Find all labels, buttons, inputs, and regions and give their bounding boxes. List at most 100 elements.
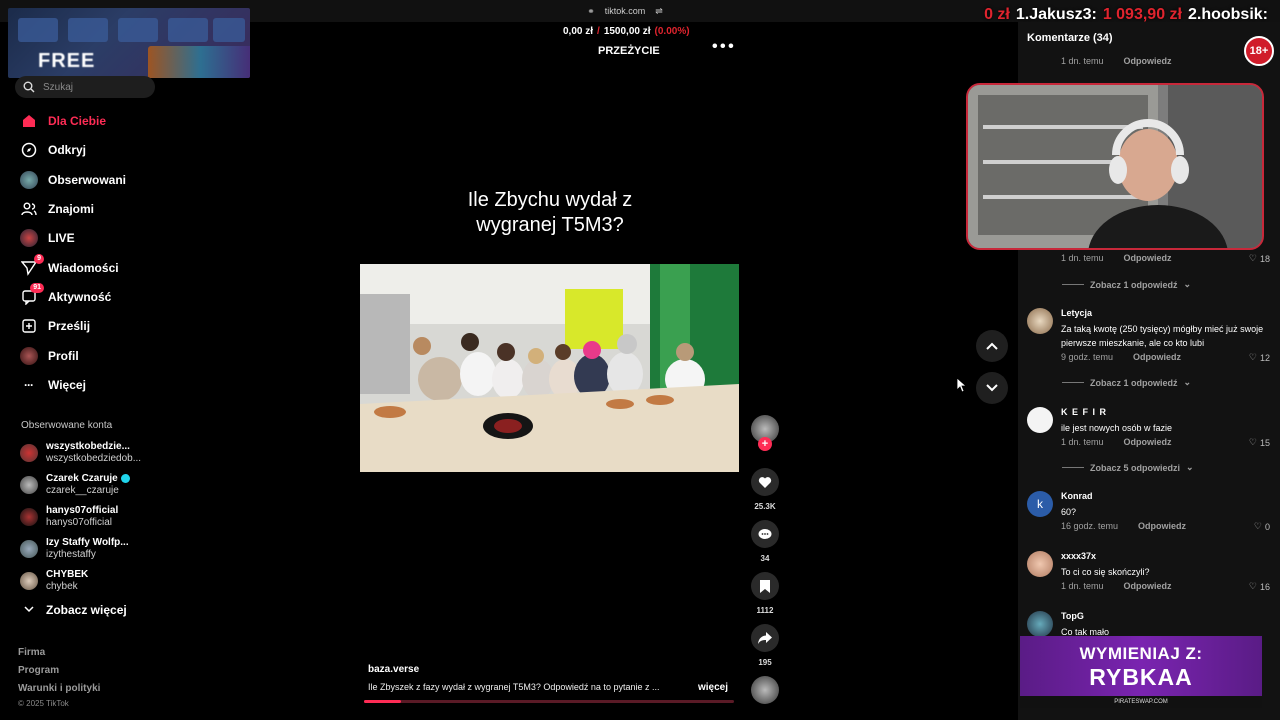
chevron-up-icon <box>986 342 998 350</box>
comment-time: 1 dn. temu <box>1061 56 1104 66</box>
heart-outline-icon: ♡ <box>1248 253 1257 263</box>
account-handle: hanys07official <box>46 517 112 528</box>
account-item[interactable]: wszystkobedzie... wszystkobedziedob... <box>20 441 141 465</box>
video-player[interactable] <box>360 264 739 472</box>
see-replies-button[interactable]: Zobacz 1 odpowiedź ⌄ <box>1062 377 1191 388</box>
see-replies-button[interactable]: Zobacz 1 odpowiedź ⌄ <box>1062 279 1191 290</box>
account-item[interactable]: Izy Staffy Wolfp... izythestaffy <box>20 537 129 561</box>
see-replies-label: Zobacz 1 odpowiedź <box>1090 377 1178 388</box>
more-icon: ··· <box>24 378 34 392</box>
compass-icon <box>19 141 38 160</box>
comment-like-button[interactable]: ♡ 18 <box>1249 253 1270 264</box>
reply-button[interactable]: Odpowiedz <box>1124 581 1172 591</box>
comment-time: 16 godz. temu <box>1061 521 1119 531</box>
seekbar-fill <box>364 700 401 703</box>
avatar[interactable]: k <box>1027 491 1053 517</box>
comment-like-count: 16 <box>1259 581 1270 592</box>
avatar[interactable] <box>1027 611 1053 637</box>
comment-button[interactable]: 34 <box>749 520 781 563</box>
search-placeholder: Szukaj <box>43 81 74 93</box>
save-button[interactable]: 1112 <box>749 572 781 615</box>
avatar <box>20 540 38 558</box>
next-video-button[interactable] <box>976 372 1008 404</box>
footer-link-terms[interactable]: Warunki i polityki <box>18 683 100 694</box>
see-more-label: Zobacz więcej <box>46 603 127 617</box>
previous-video-button[interactable] <box>976 330 1008 362</box>
goal-percent: (0.00%) <box>654 26 690 37</box>
comment-meta: 1 dn. temu Odpowiedz <box>1061 581 1172 591</box>
chevron-down-icon <box>24 603 34 617</box>
account-item[interactable]: CHYBEK chybek <box>20 569 88 593</box>
nav-friends[interactable]: Znajomi <box>19 199 94 219</box>
comment-like-count: 12 <box>1259 352 1270 363</box>
account-item[interactable]: Czarek Czaruje czarek__czaruje <box>20 473 130 497</box>
nav-messages[interactable]: 9 Wiadomości <box>19 253 119 278</box>
author-avatar-button[interactable]: + <box>749 415 781 451</box>
promo-line-1: WYMIENIAJ Z: <box>1079 644 1203 663</box>
share-button[interactable]: 195 <box>749 624 781 667</box>
nav-activity[interactable]: 91 Aktywność <box>19 282 111 307</box>
nav-for-you[interactable]: Dla Ciebie <box>19 111 106 131</box>
video-seekbar[interactable] <box>364 700 734 703</box>
account-name: CHYBEK <box>46 569 89 580</box>
see-replies-button[interactable]: Zobacz 5 odpowiedzi ⌄ <box>1062 462 1194 473</box>
comment-meta: 1 dn. temu Odpowiedz <box>1061 253 1172 263</box>
nav-label: Prześlij <box>48 319 91 333</box>
avatar[interactable] <box>1027 407 1053 433</box>
see-more-accounts-button[interactable]: Zobacz więcej <box>24 603 127 617</box>
account-name: Izy Staffy Wolfp... <box>46 537 129 548</box>
comment-text: Za taką kwotę (250 tysięcy) mógłby mieć … <box>1061 324 1264 348</box>
footer-link-program[interactable]: Program <box>18 665 59 676</box>
avatar[interactable] <box>1027 551 1053 577</box>
comment-like-button[interactable]: ♡ 12 <box>1249 352 1270 363</box>
comment-user[interactable]: K E F I R <box>1061 407 1107 417</box>
comment-user[interactable]: xxxx37x <box>1061 551 1096 561</box>
comment-like-button[interactable]: ♡ 0 <box>1254 521 1270 532</box>
comment-like-button[interactable]: ♡ 15 <box>1249 437 1270 448</box>
reply-button[interactable]: Odpowiedz <box>1124 253 1172 263</box>
goal-current: 0,00 zł <box>563 26 594 37</box>
comment-user[interactable]: TopG <box>1061 611 1084 621</box>
nav-explore[interactable]: Odkryj <box>19 140 86 160</box>
footer-link-company[interactable]: Firma <box>18 647 45 658</box>
nav-live[interactable]: LIVE <box>19 228 75 248</box>
settings-icon[interactable]: ⇌ <box>655 6 663 17</box>
nav-following[interactable]: Obserwowani <box>19 170 126 190</box>
reply-button[interactable]: Odpowiedz <box>1124 56 1172 66</box>
heart-icon <box>751 468 779 496</box>
video-thumbnail <box>360 264 739 472</box>
comment-meta: 9 godz. temu Odpowiedz <box>1061 352 1181 362</box>
more-options-icon[interactable]: • • • <box>712 38 734 56</box>
like-button[interactable]: 25.3K <box>749 468 781 511</box>
promo-site: PIRATESWAP.COM <box>1020 696 1262 708</box>
comment-time: 1 dn. temu <box>1061 437 1104 447</box>
heart-outline-icon: ♡ <box>1253 521 1262 531</box>
streamer-webcam <box>966 83 1264 250</box>
activity-icon: 91 <box>19 282 44 307</box>
promo-banner[interactable]: FREE <box>8 8 250 78</box>
sound-disc-button[interactable] <box>749 676 781 704</box>
avatar[interactable] <box>1027 308 1053 334</box>
reply-button[interactable]: Odpowiedz <box>1124 437 1172 447</box>
nav-more[interactable]: ··· Więcej <box>19 375 86 395</box>
video-author[interactable]: baza.verse <box>368 664 419 675</box>
nav-upload[interactable]: Prześlij <box>19 316 90 336</box>
comment-user[interactable]: Letycja <box>1061 308 1092 318</box>
nav-profile[interactable]: Profil <box>19 346 79 366</box>
reply-button[interactable]: Odpowiedz <box>1133 352 1181 362</box>
comment-user[interactable]: Konrad <box>1061 491 1093 501</box>
comment-text: 60? <box>1061 507 1077 517</box>
messages-badge: 9 <box>34 253 44 264</box>
reply-button[interactable]: Odpowiedz <box>1138 521 1186 531</box>
promo-tile <box>213 18 245 42</box>
goal-target: 1500,00 zł <box>603 26 651 37</box>
url-bar[interactable]: ⚭ tiktok.com ⇌ <box>560 3 690 19</box>
comment-text: To ci co się skończyli? <box>1061 567 1150 577</box>
follow-plus-icon[interactable]: + <box>758 437 772 451</box>
live-icon <box>19 229 38 248</box>
account-item[interactable]: hanys07official hanys07official <box>20 505 118 529</box>
caption-more-button[interactable]: więcej <box>698 682 728 693</box>
comment-like-button[interactable]: ♡ 16 <box>1249 581 1270 592</box>
share-icon <box>751 624 779 652</box>
search-input[interactable]: Szukaj <box>15 76 155 98</box>
